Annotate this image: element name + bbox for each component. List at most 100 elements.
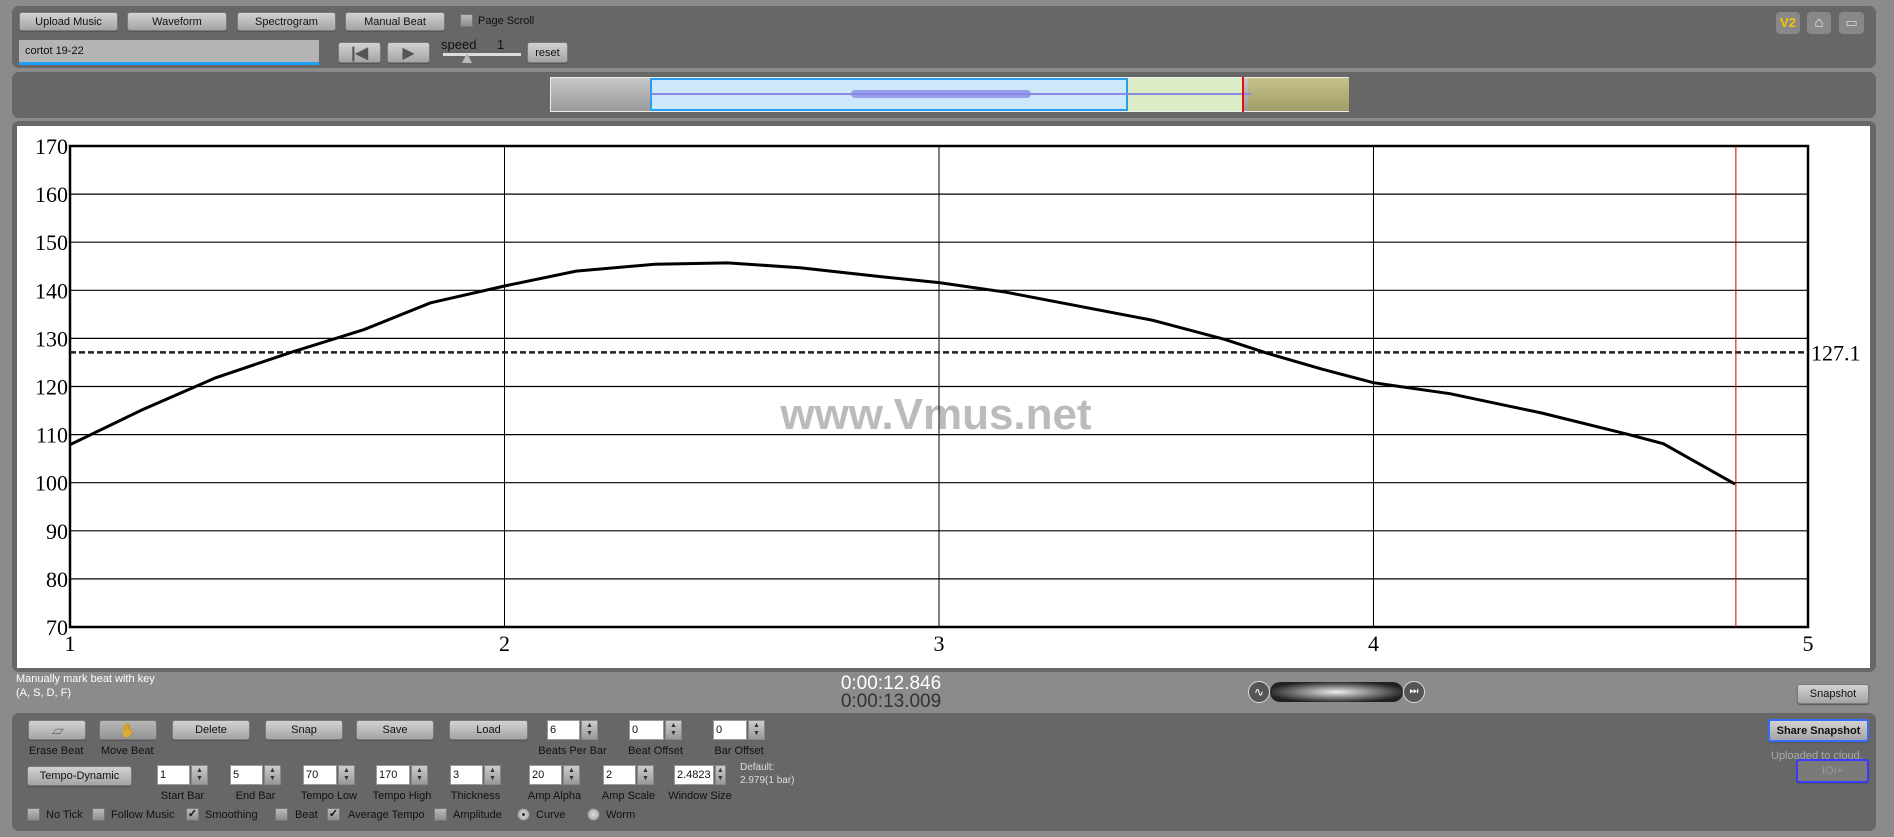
- worm-radio[interactable]: [587, 808, 600, 821]
- beats-per-bar-spinner[interactable]: 6 ▲ ▼: [547, 720, 598, 740]
- no-tick-checkbox[interactable]: [27, 808, 40, 821]
- snap-button[interactable]: Snap: [265, 720, 343, 740]
- arrow-up-icon[interactable]: ▲: [753, 722, 760, 730]
- amplitude-mode-icon[interactable]: ⏭: [1403, 681, 1425, 703]
- beats-per-bar-stepper[interactable]: ▲ ▼: [581, 720, 598, 740]
- move-beat-label: Move Beat: [101, 745, 154, 757]
- arrow-down-icon[interactable]: ▼: [269, 775, 276, 783]
- thickness-stepper[interactable]: ▲ ▼: [484, 765, 501, 785]
- follow-music-checkbox[interactable]: [92, 808, 105, 821]
- beat-offset-stepper[interactable]: ▲ ▼: [665, 720, 682, 740]
- x-tick-label: 1: [65, 631, 76, 656]
- tempo-high-spinner[interactable]: 170 ▲ ▼: [376, 765, 428, 785]
- move-beat-button[interactable]: ✋: [99, 720, 157, 740]
- amp-alpha-stepper[interactable]: ▲ ▼: [563, 765, 580, 785]
- arrow-up-icon[interactable]: ▲: [586, 722, 593, 730]
- average-tempo-label: Average Tempo: [348, 809, 425, 821]
- start-bar-stepper[interactable]: ▲ ▼: [191, 765, 208, 785]
- amp-scale-spinner[interactable]: 2 ▲ ▼: [603, 765, 654, 785]
- default-value: 2.979(1 bar): [740, 775, 795, 786]
- smoothing-checkbox[interactable]: ✓: [186, 808, 199, 821]
- thickness-spinner[interactable]: 3 ▲ ▼: [450, 765, 501, 785]
- arrow-up-icon[interactable]: ▲: [196, 767, 203, 775]
- beat-label: Beat: [295, 809, 318, 821]
- bar-offset-input[interactable]: 0: [713, 720, 747, 740]
- start-bar-label: Start Bar: [160, 790, 205, 802]
- amp-alpha-spinner[interactable]: 20 ▲ ▼: [529, 765, 580, 785]
- delete-button[interactable]: Delete: [172, 720, 250, 740]
- ioi-button[interactable]: IOI+: [1796, 759, 1869, 783]
- tempo-low-input[interactable]: 70: [303, 765, 337, 785]
- waveform-mode-icon[interactable]: ∿: [1248, 681, 1270, 703]
- beats-per-bar-input[interactable]: 6: [547, 720, 580, 740]
- hint-line-1: Manually mark beat with key: [16, 673, 155, 685]
- arrow-down-icon[interactable]: ▼: [642, 775, 649, 783]
- arrow-up-icon[interactable]: ▲: [670, 722, 677, 730]
- save-button[interactable]: Save: [356, 720, 434, 740]
- move-icon: ✋: [119, 721, 137, 738]
- tempo-dynamic-button[interactable]: Tempo-Dynamic: [27, 766, 132, 786]
- arrow-down-icon[interactable]: ▼: [196, 775, 203, 783]
- snapshot-button[interactable]: Snapshot: [1797, 684, 1869, 704]
- amp-scale-input[interactable]: 2: [603, 765, 636, 785]
- arrow-down-icon[interactable]: ▼: [489, 775, 496, 783]
- arrow-up-icon[interactable]: ▲: [568, 767, 575, 775]
- tempo-low-spinner[interactable]: 70 ▲ ▼: [303, 765, 355, 785]
- load-button[interactable]: Load: [449, 720, 528, 740]
- tempo-low-stepper[interactable]: ▲ ▼: [338, 765, 355, 785]
- arrow-down-icon[interactable]: ▼: [343, 775, 350, 783]
- beats-per-bar-label: Beats Per Bar: [538, 745, 607, 757]
- beat-offset-label: Beat Offset: [628, 745, 683, 757]
- window-size-input[interactable]: 2.4823: [674, 765, 714, 785]
- bar-offset-spinner[interactable]: 0 ▲ ▼: [713, 720, 765, 740]
- amp-alpha-input[interactable]: 20: [529, 765, 562, 785]
- arrow-down-icon[interactable]: ▼: [753, 730, 760, 738]
- thickness-input[interactable]: 3: [450, 765, 483, 785]
- y-tick-label: 80: [46, 567, 68, 592]
- thickness-label: Thickness: [450, 790, 501, 802]
- beat-checkbox[interactable]: [275, 808, 288, 821]
- arrow-up-icon[interactable]: ▲: [717, 767, 724, 775]
- share-snapshot-button[interactable]: Share Snapshot: [1768, 719, 1869, 742]
- average-tempo-checkbox[interactable]: ✓: [327, 808, 340, 821]
- arrow-down-icon[interactable]: ▼: [568, 775, 575, 783]
- arrow-down-icon[interactable]: ▼: [670, 730, 677, 738]
- arrow-down-icon[interactable]: ▼: [717, 775, 724, 783]
- mode-slider[interactable]: [1270, 682, 1403, 702]
- y-tick-label: 90: [46, 519, 68, 544]
- end-bar-stepper[interactable]: ▲ ▼: [264, 765, 281, 785]
- y-tick-label: 160: [35, 182, 68, 207]
- arrow-up-icon[interactable]: ▲: [343, 767, 350, 775]
- no-tick-label: No Tick: [46, 809, 83, 821]
- beat-offset-spinner[interactable]: 0 ▲ ▼: [629, 720, 682, 740]
- tempo-high-stepper[interactable]: ▲ ▼: [411, 765, 428, 785]
- tempo-low-label: Tempo Low: [300, 790, 358, 802]
- beat-offset-input[interactable]: 0: [629, 720, 664, 740]
- arrow-down-icon[interactable]: ▼: [416, 775, 423, 783]
- x-tick-label: 5: [1803, 631, 1814, 656]
- start-bar-input[interactable]: 1: [157, 765, 190, 785]
- start-bar-spinner[interactable]: 1 ▲ ▼: [157, 765, 208, 785]
- erase-beat-button[interactable]: ▱: [28, 720, 86, 740]
- x-tick-label: 4: [1368, 631, 1379, 656]
- smoothing-label: Smoothing: [205, 809, 258, 821]
- curve-label: Curve: [536, 809, 566, 821]
- y-tick-label: 130: [35, 326, 68, 351]
- arrow-up-icon[interactable]: ▲: [416, 767, 423, 775]
- curve-radio[interactable]: [517, 808, 530, 821]
- amplitude-checkbox[interactable]: [434, 808, 447, 821]
- tempo-high-input[interactable]: 170: [376, 765, 410, 785]
- arrow-down-icon[interactable]: ▼: [586, 730, 593, 738]
- window-size-spinner[interactable]: 2.4823 ▲ ▼: [674, 765, 726, 785]
- window-size-stepper[interactable]: ▲ ▼: [714, 765, 726, 785]
- x-tick-label: 2: [499, 631, 510, 656]
- end-bar-input[interactable]: 5: [230, 765, 263, 785]
- bar-offset-stepper[interactable]: ▲ ▼: [748, 720, 765, 740]
- arrow-up-icon[interactable]: ▲: [642, 767, 649, 775]
- total-time: 0:00:13.009: [840, 691, 942, 712]
- amp-scale-label: Amp Scale: [601, 790, 656, 802]
- amp-scale-stepper[interactable]: ▲ ▼: [637, 765, 654, 785]
- arrow-up-icon[interactable]: ▲: [489, 767, 496, 775]
- arrow-up-icon[interactable]: ▲: [269, 767, 276, 775]
- end-bar-spinner[interactable]: 5 ▲ ▼: [230, 765, 281, 785]
